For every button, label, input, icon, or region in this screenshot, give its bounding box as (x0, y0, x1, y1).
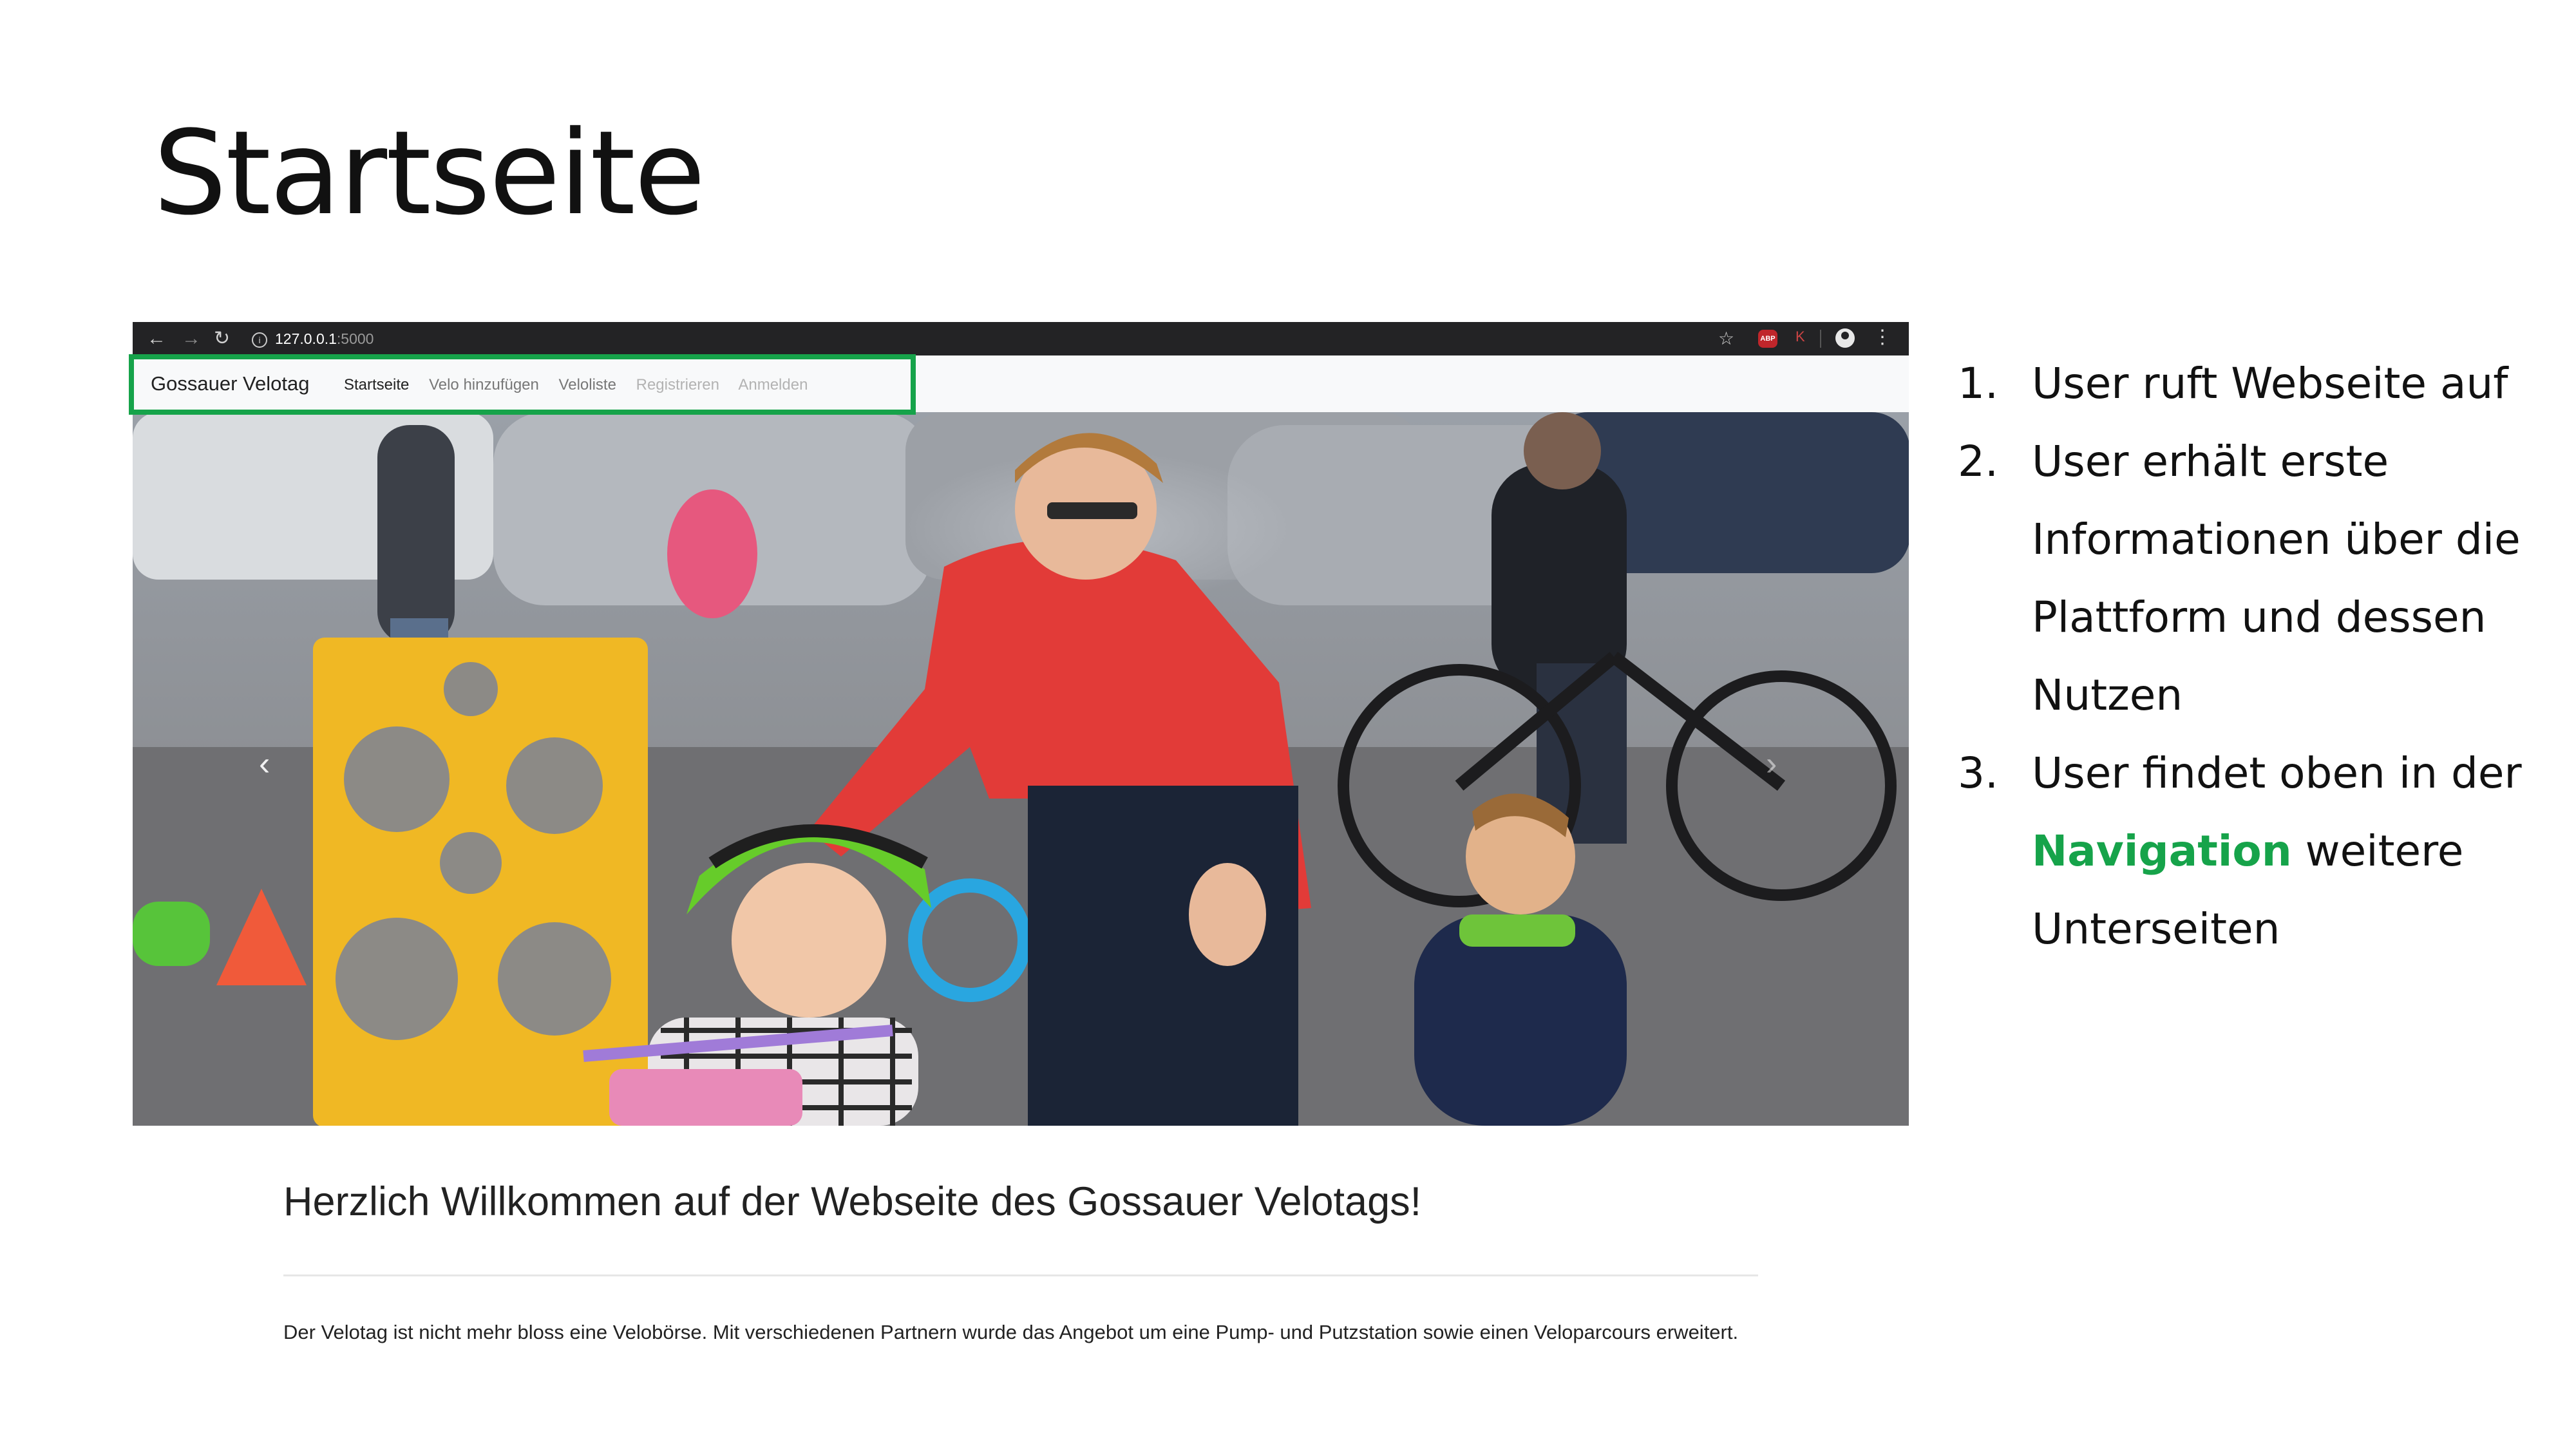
browser-toolbar: ← → ↻ i 127.0.0.1:5000 ☆ ABP K ⋮ (133, 322, 1909, 355)
page-divider (283, 1274, 1758, 1276)
arrow-left-icon[interactable]: ← (147, 327, 166, 350)
profile-avatar-icon[interactable] (1835, 328, 1855, 348)
url-host: 127.0.0.1 (275, 330, 337, 347)
info-icon[interactable]: i (252, 332, 267, 348)
hero-carousel: ‹ › (133, 412, 1909, 1126)
step-item: 3. User findet oben in der Navigation we… (1958, 734, 2557, 968)
extension-k-icon[interactable]: K (1795, 328, 1805, 345)
toolbar-divider (1820, 330, 1821, 348)
reload-icon[interactable]: ↻ (214, 327, 230, 350)
website-screenshot: ← → ↻ i 127.0.0.1:5000 ☆ ABP K ⋮ Gossauer… (133, 322, 1909, 1126)
slide-title: Startseite (153, 106, 706, 241)
step-item: 1. User ruft Webseite auf (1958, 345, 2557, 422)
url-port: :5000 (336, 330, 374, 347)
step-number: 2. (1958, 437, 1998, 486)
steps-list: 1. User ruft Webseite auf 2. User erhält… (1958, 345, 2557, 968)
carousel-next-icon[interactable]: › (1766, 747, 1777, 781)
page-intro-text: Der Velotag ist nicht mehr bloss eine Ve… (283, 1321, 1739, 1343)
page-heading: Herzlich Willkommen auf der Webseite des… (283, 1179, 1422, 1224)
kebab-menu-icon[interactable]: ⋮ (1873, 326, 1892, 348)
carousel-prev-icon[interactable]: ‹ (259, 747, 270, 781)
step-text: User erhält erste Informationen über die… (2032, 437, 2521, 720)
step-item: 2. User erhält erste Informationen über … (1958, 422, 2557, 734)
address-bar[interactable]: i 127.0.0.1:5000 (252, 328, 374, 349)
step-number: 1. (1958, 359, 1998, 408)
step-number: 3. (1958, 748, 1998, 798)
extension-icon[interactable]: ABP (1758, 330, 1777, 348)
step-highlight-navigation: Navigation (2032, 826, 2292, 876)
arrow-right-icon[interactable]: → (182, 327, 201, 350)
step-text: User ruft Webseite auf (2032, 359, 2508, 408)
hero-photo (133, 412, 1909, 1126)
star-icon[interactable]: ☆ (1718, 327, 1734, 350)
navigation-highlight-box (129, 354, 916, 415)
step-text-before: User findet oben in der (2032, 748, 2522, 798)
